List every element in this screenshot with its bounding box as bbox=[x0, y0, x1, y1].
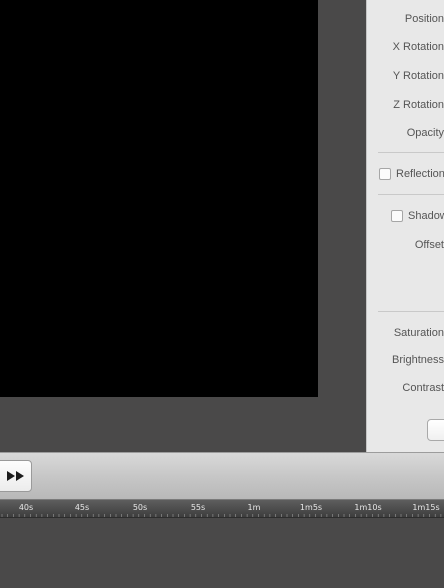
timeline-ruler[interactable]: 40s 45s 50s 55s 1m 1m5s 1m10s 1m15s bbox=[0, 500, 444, 518]
y-rotation-label: Y Rotation bbox=[392, 70, 444, 82]
inspector-panel: Position X Rotation Y Rotation Z Rotatio… bbox=[366, 0, 444, 452]
opacity-label: Opacity bbox=[406, 127, 444, 139]
divider bbox=[378, 311, 444, 312]
video-preview[interactable] bbox=[0, 0, 318, 397]
shadow-checkbox[interactable] bbox=[391, 210, 403, 222]
transport-bar bbox=[0, 452, 444, 500]
contrast-label: Contrast bbox=[402, 382, 444, 394]
position-label: Position bbox=[404, 13, 444, 25]
tick-label: 40s bbox=[18, 503, 34, 512]
tick-label: 1m10s bbox=[354, 503, 382, 512]
offset-label: Offset bbox=[414, 239, 444, 251]
tick-label: 50s bbox=[132, 503, 148, 512]
fast-forward-button[interactable] bbox=[0, 460, 32, 492]
tick-label: 45s bbox=[74, 503, 90, 512]
reset-button[interactable] bbox=[427, 419, 444, 441]
saturation-label: Saturation bbox=[393, 327, 444, 339]
reflection-checkbox[interactable] bbox=[379, 168, 391, 180]
tick-label: 55s bbox=[190, 503, 206, 512]
shadow-label: Shadow bbox=[408, 210, 444, 222]
divider bbox=[378, 194, 444, 195]
brightness-label: Brightness bbox=[392, 354, 444, 366]
ruler-ticks bbox=[1, 514, 442, 517]
tick-label: 1m15s bbox=[412, 503, 440, 512]
timeline-track-area[interactable] bbox=[0, 518, 444, 588]
divider bbox=[378, 152, 444, 153]
reflection-label: Reflection bbox=[396, 168, 444, 180]
viewer-area bbox=[0, 0, 366, 452]
z-rotation-label: Z Rotation bbox=[393, 99, 444, 111]
fast-forward-icon bbox=[7, 471, 24, 481]
tick-label: 1m bbox=[247, 503, 261, 512]
x-rotation-label: X Rotation bbox=[392, 41, 444, 53]
tick-label: 1m5s bbox=[299, 503, 323, 512]
